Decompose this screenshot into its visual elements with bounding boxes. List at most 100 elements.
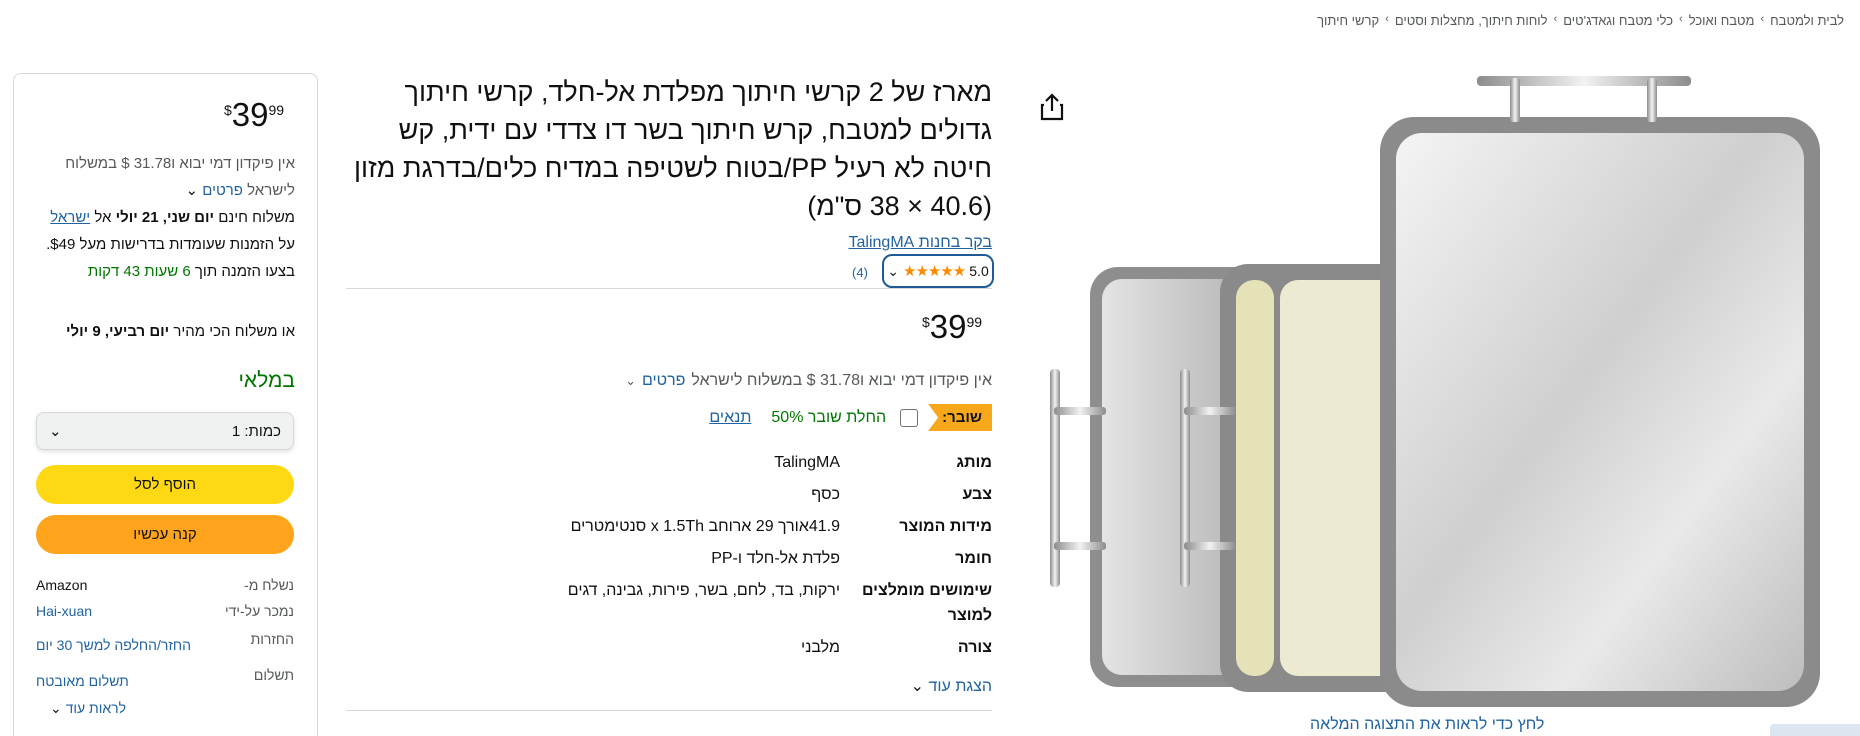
quantity-text: כמות: 1 <box>232 423 281 440</box>
quantity-label: כמות: <box>244 422 281 440</box>
price-whole: 39 <box>929 308 967 345</box>
import-fees-text: אין פיקדון דמי יבוא ו31.78 $ במשלוח לישר… <box>691 372 992 389</box>
spec-key: מידות המוצר <box>899 518 992 535</box>
see-more-link[interactable]: הצגת עוד ⌄ <box>911 676 992 696</box>
delivery-date: יום שני, 21 יולי <box>115 209 215 226</box>
seller-row-key: תשלום <box>253 667 294 683</box>
spec-row: חומר פלדת אל-חלד ו-PP <box>552 546 992 571</box>
store-link[interactable]: בקר בחנות TalingMA <box>849 234 992 252</box>
share-button[interactable] <box>1038 92 1066 122</box>
seller-row-key: החזרות <box>250 631 294 647</box>
spec-key: צבע <box>962 486 992 503</box>
seller-row-value: Amazon <box>36 577 88 593</box>
breadcrumb-separator: › <box>1385 13 1389 25</box>
product-image[interactable] <box>1040 62 1860 736</box>
spec-row: מידות המוצר 41.9אורך 29 ארוחב x 1.5Th סנ… <box>552 514 992 539</box>
returns-link[interactable]: החזר/החלפה למשך 30 יום <box>36 636 212 654</box>
coupon-apply-text[interactable]: החלת שובר 50% <box>771 409 886 427</box>
cutting-board-illustration <box>1050 76 1820 707</box>
spec-row: צורה מלבני <box>552 635 992 660</box>
coupon-badge: שובר: <box>928 404 992 431</box>
import-fees-line: אין פיקדון דמי יבוא ו31.78 $ במשלוח לישר… <box>625 372 992 390</box>
zoom-hint-link[interactable]: לחץ כדי לראות את התצוגה המלאה <box>1310 716 1544 734</box>
divider <box>346 288 992 289</box>
delivery-to: אל <box>94 209 112 226</box>
coupon-row: שובר: החלת שובר 50% תנאים <box>709 404 992 431</box>
price-currency: $ <box>224 102 232 118</box>
delivery-country-link[interactable]: ישראל <box>50 209 90 226</box>
seller-link[interactable]: Hai-xuan <box>36 602 212 620</box>
quantity-value: 1 <box>231 422 241 440</box>
spec-row: שימושים מומלצים למוצר ירקות, בד, לחם, בש… <box>552 578 992 628</box>
price-currency: $ <box>922 314 930 330</box>
breadcrumb-item[interactable]: לבית ולמטבח <box>1770 13 1844 28</box>
import-fees-text: אין פיקדון דמי יבוא ו31.78 $ במשלוח לישר… <box>65 155 295 199</box>
price-fraction: 99 <box>966 314 983 330</box>
breadcrumb-item[interactable]: כלי מטבח וגאדג'טים <box>1563 13 1673 28</box>
spec-row: צבע כסף <box>552 482 992 507</box>
fastest-date: יום רביעי, 9 יולי <box>66 323 170 340</box>
breadcrumb-item[interactable]: קרשי חיתוך <box>1317 13 1379 28</box>
price-whole: 39 <box>231 96 269 133</box>
breadcrumb: לבית ולמטבח › מטבח ואוכל › כלי מטבח וגאד… <box>1317 13 1844 28</box>
price-fraction: 99 <box>268 102 285 118</box>
see-more-label: הצגת עוד <box>928 678 992 695</box>
seller-row: נמכר על-ידי Hai-xuan <box>36 602 294 620</box>
delivery-info: משלוח חינם יום שני, 21 יולי אל ישראל על … <box>33 204 295 285</box>
spec-value: TalingMA <box>774 454 840 471</box>
spec-row: מותג TalingMA <box>552 450 992 475</box>
seller-row: נשלח מ- Amazon <box>36 576 294 594</box>
seller-row: החזרות החזר/החלפה למשך 30 יום <box>36 630 294 654</box>
breadcrumb-separator: › <box>1679 13 1683 25</box>
rating-summary[interactable]: 5.0 ★★★★★ ⌄ <box>882 254 994 288</box>
product-price: $ 39 99 <box>922 308 982 346</box>
fastest-prefix: או משלוח הכי מהיר <box>173 323 295 340</box>
seller-info: נשלח מ- Amazon נמכר על-ידי Hai-xuan החזר… <box>36 576 294 698</box>
add-to-cart-button[interactable]: הוסף לסל <box>36 465 294 504</box>
spec-key: צורה <box>957 639 992 656</box>
product-title: מארז של 2 קרשי חיתוך מפלדת אל-חלד, קרשי … <box>354 77 992 221</box>
buybox-import-fees: אין פיקדון דמי יבוא ו31.78 $ במשלוח לישר… <box>33 150 295 204</box>
stock-status: במלאי <box>238 369 295 392</box>
import-details-link[interactable]: פרטים <box>202 182 243 199</box>
edge-chip <box>1770 724 1860 736</box>
rating-count-link[interactable]: (4) <box>852 265 868 280</box>
seller-row-key: נמכר על-ידי <box>224 603 294 619</box>
coupon-checkbox[interactable] <box>900 408 919 427</box>
chevron-down-icon[interactable]: ⌄ <box>625 373 636 389</box>
spec-value: כסף <box>811 486 840 503</box>
seller-row: תשלום תשלום מאובטח <box>36 666 294 690</box>
breadcrumb-item[interactable]: מטבח ואוכל <box>1689 13 1755 28</box>
breadcrumb-separator: › <box>1760 13 1765 25</box>
spec-key: מותג <box>956 454 992 471</box>
star-icon: ★★★★★ <box>903 263 966 280</box>
payment-link[interactable]: תשלום מאובטח <box>36 672 212 690</box>
chevron-down-icon: ⌄ <box>910 678 925 695</box>
buy-box: $ 39 99 אין פיקדון דמי יבוא ו31.78 $ במש… <box>13 73 318 736</box>
chevron-down-icon: ⌄ <box>887 262 900 279</box>
chevron-down-icon[interactable]: ⌄ <box>185 182 198 199</box>
spec-value: 41.9אורך 29 ארוחב x 1.5Th סנטימטרים <box>570 518 840 535</box>
rating-value: 5.0 <box>969 263 989 279</box>
breadcrumb-item[interactable]: לוחות חיתוך, מחצלות וסטים <box>1395 13 1548 28</box>
spec-key: שימושים מומלצים למוצר <box>861 582 992 624</box>
spec-value: פלדת אל-חלד ו-PP <box>711 550 840 567</box>
import-details-link[interactable]: פרטים <box>642 372 685 390</box>
delivery-countdown: 6 שעות 43 דקות <box>87 263 191 280</box>
delivery-prefix: משלוח חינם <box>218 209 295 226</box>
buybox-price: $ 39 99 <box>224 96 284 134</box>
seller-row-key: נשלח מ- <box>244 577 294 593</box>
divider <box>346 710 992 711</box>
breadcrumb-separator: › <box>1553 13 1558 25</box>
buybox-see-more-link[interactable]: לראות עוד ⌄ <box>50 700 126 717</box>
chevron-down-icon: ⌄ <box>49 423 62 440</box>
fastest-delivery: או משלוח הכי מהיר יום רביעי, 9 יולי <box>33 318 295 345</box>
spec-table: מותג TalingMA צבע כסף מידות המוצר 41.9או… <box>552 450 992 667</box>
buy-now-button[interactable]: קנה עכשיו <box>36 515 294 554</box>
spec-key: חומר <box>955 550 992 567</box>
coupon-terms-link[interactable]: תנאים <box>709 409 751 427</box>
quantity-select[interactable]: כמות: 1 ⌄ <box>36 412 294 450</box>
see-more-label: לראות עוד <box>65 700 127 716</box>
chevron-down-icon: ⌄ <box>50 700 62 716</box>
spec-value: מלבני <box>801 639 840 656</box>
